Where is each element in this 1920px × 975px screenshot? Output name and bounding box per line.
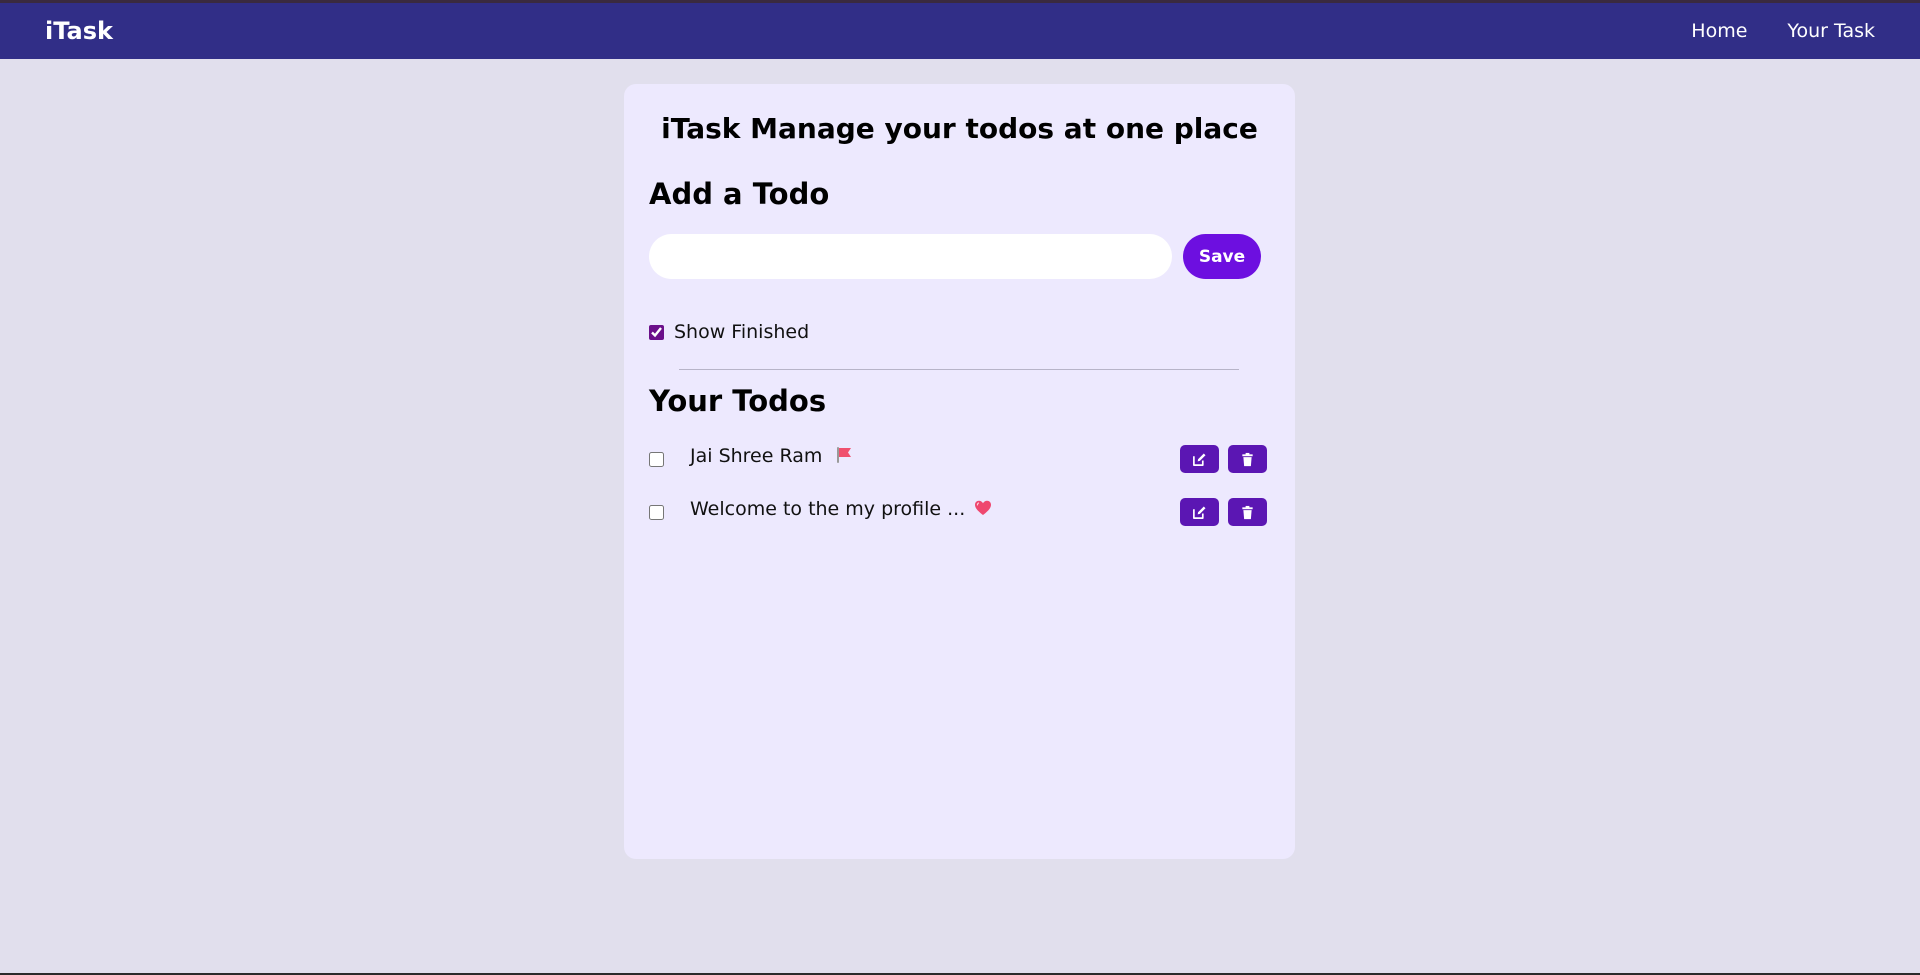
todo-actions — [1180, 445, 1267, 473]
nav-links: Home Your Task — [1691, 19, 1875, 43]
nav-link-home[interactable]: Home — [1691, 19, 1747, 43]
heart-icon — [975, 500, 992, 515]
todo-input[interactable] — [649, 234, 1172, 279]
todo-text-wrapper: Jai Shree Ram — [690, 444, 854, 468]
flag-icon — [837, 447, 852, 463]
edit-button[interactable] — [1180, 498, 1219, 526]
brand-logo[interactable]: iTask — [45, 17, 113, 45]
show-finished-toggle: Show Finished — [649, 321, 809, 343]
nav-link-your-task[interactable]: Your Task — [1787, 19, 1875, 43]
divider — [679, 369, 1239, 370]
edit-icon — [1193, 453, 1206, 466]
page-title: iTask Manage your todos at one place — [661, 112, 1258, 145]
delete-button[interactable] — [1228, 498, 1267, 526]
todo-text: Jai Shree Ram — [690, 445, 823, 467]
add-todo-heading: Add a Todo — [649, 177, 830, 211]
todo-complete-checkbox[interactable] — [649, 452, 664, 467]
save-button[interactable]: Save — [1183, 234, 1261, 279]
your-todos-heading: Your Todos — [649, 384, 827, 418]
show-finished-label[interactable]: Show Finished — [674, 321, 809, 343]
edit-button[interactable] — [1180, 445, 1219, 473]
navbar: iTask Home Your Task — [0, 3, 1920, 59]
edit-icon — [1193, 506, 1206, 519]
todo-list: Jai Shree Ram Welcome to the my profile … — [649, 440, 1269, 546]
todo-item: Welcome to the my profile ... — [649, 493, 1269, 538]
show-finished-checkbox[interactable] — [649, 324, 664, 340]
todo-text: Welcome to the my profile ... — [690, 498, 966, 520]
trash-icon — [1242, 505, 1253, 519]
todo-complete-checkbox[interactable] — [649, 505, 664, 520]
todo-card: iTask Manage your todos at one place Add… — [624, 84, 1295, 859]
todo-actions — [1180, 498, 1267, 526]
trash-icon — [1242, 452, 1253, 466]
todo-text-wrapper: Welcome to the my profile ... — [690, 497, 993, 521]
delete-button[interactable] — [1228, 445, 1267, 473]
todo-item: Jai Shree Ram — [649, 440, 1269, 485]
